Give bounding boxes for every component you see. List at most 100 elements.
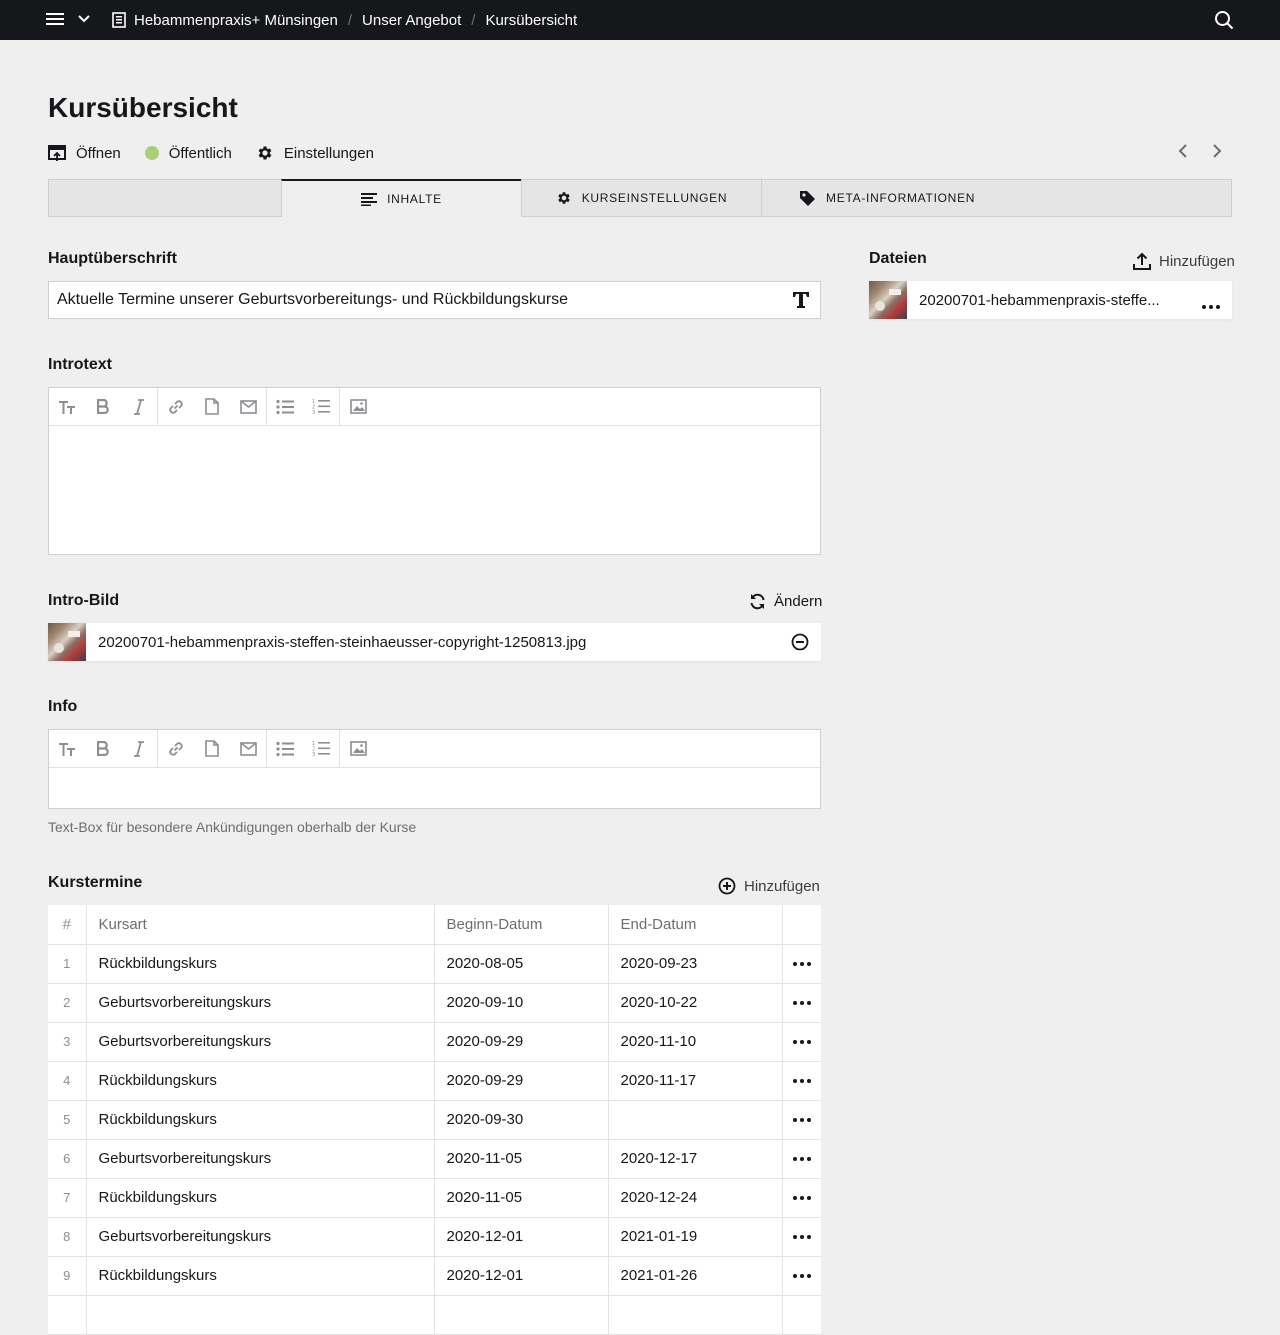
change-image-button[interactable]: Ändern (749, 593, 822, 610)
image-button[interactable] (340, 730, 376, 767)
settings-button[interactable]: Einstellungen (256, 144, 374, 162)
bullet-list-button[interactable] (267, 730, 303, 767)
bold-button[interactable] (85, 730, 121, 767)
bold-button[interactable] (85, 388, 121, 425)
image-icon (349, 741, 367, 756)
headline-input[interactable]: Aktuelle Termine unserer Geburtsvorberei… (48, 281, 821, 319)
tab-label: Meta-Informationen (826, 191, 976, 205)
tab-inhalte[interactable]: Inhalte (281, 179, 521, 217)
row-options-button[interactable] (782, 1178, 821, 1218)
end-date-cell: 2021-01-26 (608, 1256, 783, 1296)
link-icon (169, 399, 183, 414)
intro-image-item[interactable]: 20200701-hebammenpraxis-steffen-steinhae… (48, 623, 821, 661)
table-row[interactable]: 7 Rückbildungskurs 2020-11-05 2020-12-24 (48, 1178, 821, 1218)
end-date-cell (608, 1295, 783, 1335)
open-button[interactable]: Öffnen (48, 144, 121, 162)
ellipsis-icon (792, 962, 811, 967)
course-type-cell: Rückbildungskurs (86, 1256, 435, 1296)
heading-button[interactable] (49, 388, 85, 425)
course-type-cell: Geburtsvorbereitungskurs (86, 1139, 435, 1179)
minus-circle-icon (791, 633, 809, 651)
status-button[interactable]: Öffentlich (144, 145, 232, 162)
lines-icon (361, 193, 378, 206)
row-options-button[interactable] (782, 1295, 821, 1335)
page-link-button[interactable] (194, 388, 230, 425)
breadcrumb-item-site[interactable]: Hebammenpraxis+ Münsingen (112, 12, 338, 29)
next-page-button[interactable] (1212, 144, 1222, 162)
row-options-button[interactable] (782, 1061, 821, 1101)
row-options-button[interactable] (782, 1256, 821, 1296)
ellipsis-icon (792, 1079, 811, 1084)
table-row[interactable] (48, 1295, 821, 1335)
add-course-button[interactable]: Hinzufügen (718, 877, 820, 895)
table-row[interactable]: 4 Rückbildungskurs 2020-09-29 2020-11-17 (48, 1061, 821, 1101)
breadcrumb-item-angebot[interactable]: Unser Angebot (362, 12, 461, 29)
page-title: Kursübersicht (48, 92, 238, 123)
course-type-cell: Geburtsvorbereitungskurs (86, 1022, 435, 1062)
tab-empty[interactable] (49, 180, 281, 216)
heading-button[interactable] (49, 730, 85, 767)
end-date-cell: 2020-11-17 (608, 1061, 783, 1101)
document-icon (205, 740, 219, 757)
upload-icon (1133, 252, 1151, 270)
toolbar-group-links (158, 388, 267, 425)
introtext-label: Introtext (48, 356, 112, 373)
tab-kurseinstellungen[interactable]: Kurseinstellungen (521, 180, 761, 216)
breadcrumb-label: Hebammenpraxis+ Münsingen (134, 11, 338, 29)
column-header-options (782, 905, 821, 945)
row-options-button[interactable] (782, 944, 821, 984)
page-link-button[interactable] (194, 730, 230, 767)
add-file-button[interactable]: Hinzufügen (1133, 252, 1235, 270)
search-button[interactable] (1214, 10, 1234, 34)
files-label: Dateien (869, 250, 927, 267)
page-icon (112, 12, 126, 28)
table-row[interactable]: 2 Geburtsvorbereitungskurs 2020-09-10 2020-… (48, 983, 821, 1023)
row-index: 1 (48, 944, 87, 984)
intro-image-filename: 20200701-hebammenpraxis-steffen-steinhae… (98, 633, 587, 651)
breadcrumb-item-current[interactable]: Kursübersicht (485, 12, 577, 29)
info-content-area[interactable] (49, 768, 820, 808)
start-date-cell: 2020-09-30 (434, 1100, 609, 1140)
italic-button[interactable] (121, 388, 157, 425)
menu-toggle[interactable] (46, 11, 90, 27)
table-row[interactable]: 6 Geburtsvorbereitungskurs 2020-11-05 2020-… (48, 1139, 821, 1179)
ellipsis-icon (792, 1196, 811, 1201)
email-link-button[interactable] (230, 730, 266, 767)
ordered-list-icon: 123 (312, 741, 330, 757)
row-options-button[interactable] (782, 1139, 821, 1179)
ellipsis-icon (792, 1274, 811, 1279)
row-options-button[interactable] (782, 1022, 821, 1062)
row-options-button[interactable] (782, 983, 821, 1023)
image-button[interactable] (340, 388, 376, 425)
row-options-button[interactable] (782, 1100, 821, 1140)
toolbar-group-lists: 123 (267, 388, 340, 425)
table-row[interactable]: 1 Rückbildungskurs 2020-08-05 2020-09-23 (48, 944, 821, 984)
previous-page-button[interactable] (1178, 144, 1188, 162)
italic-button[interactable] (121, 730, 157, 767)
bullet-list-button[interactable] (267, 388, 303, 425)
link-button[interactable] (158, 730, 194, 767)
introtext-editor[interactable]: 123 (48, 387, 821, 555)
table-row[interactable]: 5 Rückbildungskurs 2020-09-30 (48, 1100, 821, 1140)
info-editor[interactable]: 123 (48, 729, 821, 809)
remove-image-button[interactable] (791, 633, 809, 655)
introtext-content-area[interactable] (49, 426, 820, 554)
table-row[interactable]: 8 Geburtsvorbereitungskurs 2020-12-01 2021-… (48, 1217, 821, 1257)
file-options-button[interactable] (1202, 298, 1220, 315)
chevron-down-icon (78, 15, 90, 23)
info-help-text: Text-Box für besondere Ankündigungen obe… (48, 819, 417, 835)
row-index (48, 1295, 87, 1335)
ordered-list-button[interactable]: 123 (303, 388, 339, 425)
text-type-icon (792, 291, 810, 314)
link-button[interactable] (158, 388, 194, 425)
intro-image-label: Intro-Bild (48, 592, 120, 609)
email-link-button[interactable] (230, 388, 266, 425)
row-options-button[interactable] (782, 1217, 821, 1257)
file-item[interactable]: 20200701-hebammenpraxis-steffe... (869, 281, 1232, 319)
table-row[interactable]: 9 Rückbildungskurs 2020-12-01 2021-01-26 (48, 1256, 821, 1296)
ordered-list-button[interactable]: 123 (303, 730, 339, 767)
table-row[interactable]: 3 Geburtsvorbereitungskurs 2020-09-29 2020-… (48, 1022, 821, 1062)
tab-meta-informationen[interactable]: Meta-Informationen (761, 180, 1231, 216)
ellipsis-icon (792, 1118, 811, 1123)
editor-toolbar: 123 (49, 730, 820, 768)
